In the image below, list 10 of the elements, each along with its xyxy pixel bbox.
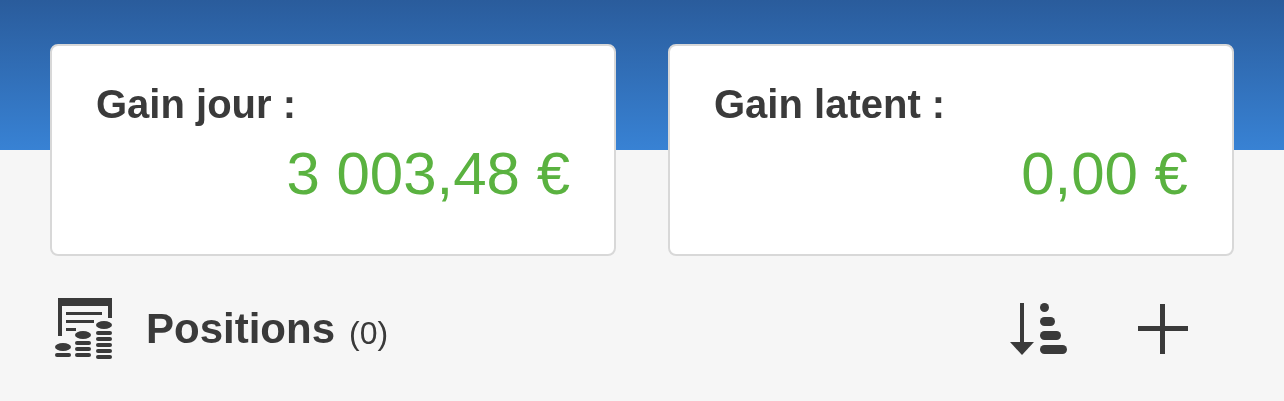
positions-count: (0): [349, 314, 389, 352]
card-title: Gain latent :: [714, 82, 947, 127]
sort-descending-icon: [1010, 301, 1068, 357]
sort-button[interactable]: [1010, 301, 1068, 357]
gain-value: 0,00 €: [1021, 139, 1188, 208]
positions-heading: Positions: [146, 305, 336, 353]
card-title: Gain jour :: [96, 82, 297, 127]
add-button[interactable]: [1138, 304, 1188, 354]
plus-icon: [1138, 304, 1188, 354]
gain-value: 3 003,48 €: [286, 139, 570, 208]
